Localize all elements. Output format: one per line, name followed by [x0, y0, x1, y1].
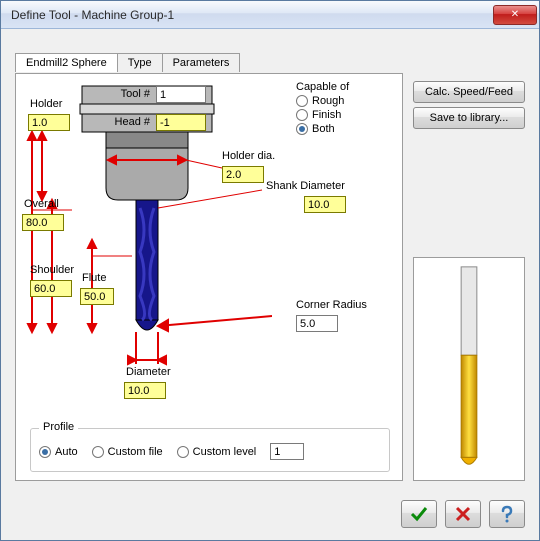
radio-label: Rough: [312, 95, 344, 107]
customlevel-input[interactable]: [270, 443, 304, 460]
tool-preview: [413, 257, 525, 481]
radio-label: Custom level: [193, 446, 257, 458]
toolnum-label: Tool #: [98, 88, 154, 100]
capable-group: Capable of Rough Finish Both: [296, 80, 396, 136]
tab-type[interactable]: Type: [117, 53, 163, 72]
close-icon: ✕: [511, 9, 519, 20]
button-label: Save to library...: [430, 112, 509, 124]
window-title: Define Tool - Machine Group-1: [11, 8, 493, 22]
radio-icon: [296, 123, 308, 135]
cross-icon: [454, 505, 472, 523]
holder-label: Holder: [30, 98, 62, 110]
client-area: Endmill2 Sphere Type Parameters: [1, 29, 539, 540]
button-label: Calc. Speed/Feed: [425, 86, 513, 98]
dialog-buttons: [401, 500, 525, 528]
capable-header: Capable of: [296, 81, 349, 93]
cancel-button[interactable]: [445, 500, 481, 528]
tab-pane: Tool # Head # Holder Holder dia. Overall…: [15, 73, 403, 481]
holder-input[interactable]: [28, 114, 70, 131]
diameter-input[interactable]: [124, 382, 166, 399]
diameter-label: Diameter: [126, 366, 171, 378]
radio-icon: [39, 446, 51, 458]
headnum-label: Head #: [98, 116, 154, 128]
holderdia-input[interactable]: [222, 166, 264, 183]
help-button[interactable]: [489, 500, 525, 528]
headnum-input[interactable]: [156, 114, 206, 131]
radio-profile-customlevel[interactable]: Custom level: [177, 446, 257, 458]
window: Define Tool - Machine Group-1 ✕ Endmill2…: [0, 0, 540, 541]
tab-label: Parameters: [173, 57, 230, 69]
profile-group: Profile Auto Custom file Custom level: [30, 428, 390, 472]
corner-input[interactable]: [296, 315, 338, 332]
shoulder-input[interactable]: [30, 280, 72, 297]
shank-input[interactable]: [304, 196, 346, 213]
tab-label: Type: [128, 57, 152, 69]
tab-parameters[interactable]: Parameters: [162, 53, 241, 72]
holderdia-label: Holder dia.: [222, 150, 275, 162]
radio-label: Finish: [312, 109, 341, 121]
radio-label: Custom file: [108, 446, 163, 458]
radio-icon: [296, 95, 308, 107]
titlebar: Define Tool - Machine Group-1 ✕: [1, 1, 539, 29]
close-button[interactable]: ✕: [493, 5, 537, 25]
calc-speed-feed-button[interactable]: Calc. Speed/Feed: [413, 81, 525, 103]
save-to-library-button[interactable]: Save to library...: [413, 107, 525, 129]
flute-input[interactable]: [80, 288, 114, 305]
radio-label: Auto: [55, 446, 78, 458]
profile-title: Profile: [39, 421, 78, 433]
radio-both[interactable]: Both: [296, 122, 396, 136]
help-icon: [498, 505, 516, 523]
ok-button[interactable]: [401, 500, 437, 528]
tab-endmill-sphere[interactable]: Endmill2 Sphere: [15, 53, 118, 72]
radio-icon: [92, 446, 104, 458]
flute-label: Flute: [82, 272, 106, 284]
overall-input[interactable]: [22, 214, 64, 231]
corner-radius-group: Corner Radius: [296, 299, 367, 332]
shank-label: Shank Diameter: [266, 180, 345, 192]
radio-icon: [177, 446, 189, 458]
radio-label: Both: [312, 123, 335, 135]
radio-finish[interactable]: Finish: [296, 108, 396, 122]
corner-label: Corner Radius: [296, 299, 367, 311]
tab-strip: Endmill2 Sphere Type Parameters: [15, 53, 239, 72]
toolnum-input[interactable]: [156, 86, 206, 103]
overall-label: Overall: [24, 198, 59, 210]
shoulder-label: Shoulder: [30, 264, 74, 276]
radio-icon: [296, 109, 308, 121]
radio-profile-auto[interactable]: Auto: [39, 446, 78, 458]
tab-label: Endmill2 Sphere: [26, 57, 107, 69]
radio-rough[interactable]: Rough: [296, 94, 396, 108]
radio-profile-customfile[interactable]: Custom file: [92, 446, 163, 458]
check-icon: [410, 505, 428, 523]
